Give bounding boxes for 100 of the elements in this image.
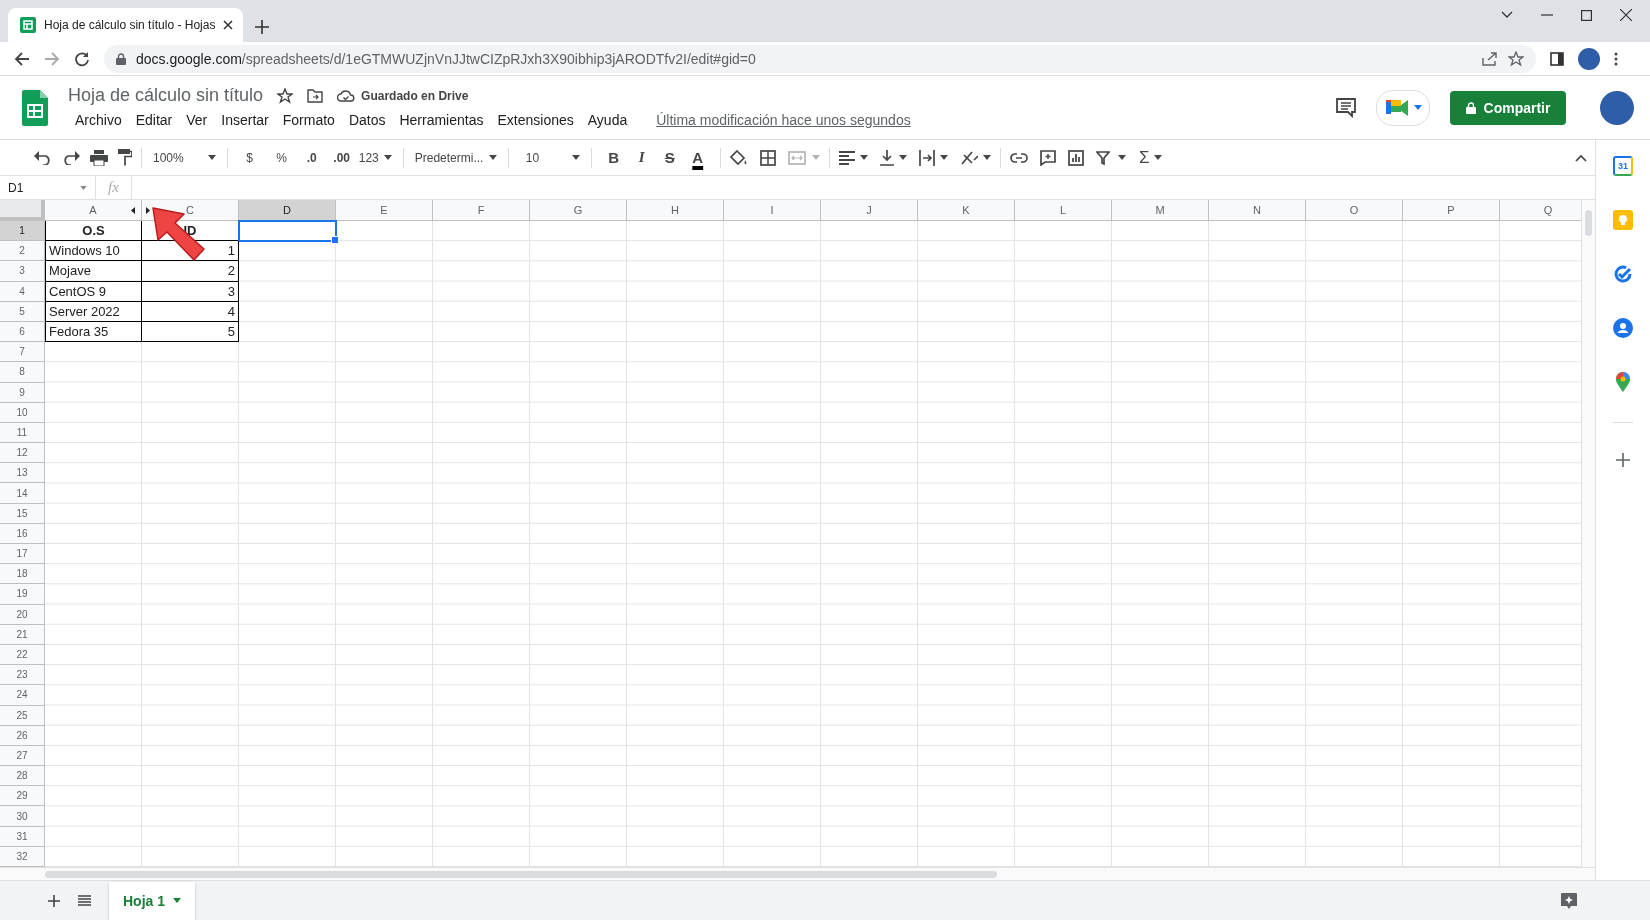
row-number[interactable]: 24 [0, 685, 45, 706]
row-number[interactable]: 31 [0, 826, 45, 847]
row-number[interactable]: 6 [0, 321, 45, 343]
decrease-decimals-button[interactable]: .0 [298, 144, 325, 171]
column-header[interactable]: E [336, 200, 433, 221]
column-header[interactable]: P [1403, 200, 1500, 221]
column-header[interactable]: N [1209, 200, 1306, 221]
vertical-align-icon[interactable] [879, 149, 894, 166]
dropdown-caret-icon[interactable] [571, 155, 580, 160]
bookmark-star-icon[interactable] [1508, 50, 1524, 67]
functions-button[interactable]: Σ [1137, 144, 1164, 171]
browser-menu-icon[interactable] [1614, 51, 1618, 66]
add-sheet-icon[interactable] [48, 894, 60, 907]
dropdown-caret-icon[interactable] [383, 155, 392, 160]
meet-button[interactable] [1376, 89, 1430, 126]
share-button[interactable]: Compartir [1450, 90, 1566, 125]
row-number[interactable]: 23 [0, 665, 45, 686]
strikethrough-button[interactable]: S [656, 144, 683, 171]
hidden-column-right-icon[interactable] [146, 207, 150, 214]
row-number[interactable]: 21 [0, 624, 45, 645]
tab-search-icon[interactable] [1501, 11, 1513, 19]
row-number[interactable]: 22 [0, 644, 45, 666]
dropdown-caret-icon[interactable] [488, 155, 497, 160]
menu-item[interactable]: Ayuda [580, 110, 635, 130]
row-number[interactable]: 17 [0, 544, 45, 565]
column-header[interactable]: O [1306, 200, 1403, 221]
menu-item[interactable]: Herramientas [392, 110, 491, 130]
contacts-icon[interactable] [1613, 318, 1633, 338]
sheets-logo-icon[interactable] [22, 89, 48, 126]
column-header[interactable]: F [433, 200, 530, 221]
row-number[interactable]: 16 [0, 523, 45, 544]
align-left-icon[interactable] [838, 150, 855, 165]
map-pin-icon[interactable] [1616, 372, 1630, 392]
filter-icon[interactable] [1095, 150, 1110, 165]
chart-icon[interactable] [1067, 149, 1084, 166]
row-number[interactable]: 20 [0, 604, 45, 625]
menu-item[interactable]: Formato [275, 110, 342, 130]
row-number[interactable]: 5 [0, 301, 45, 322]
move-folder-icon[interactable] [307, 88, 324, 103]
increase-decimals-button[interactable]: .00 [328, 144, 355, 171]
selected-cell[interactable] [238, 220, 337, 243]
row-number[interactable]: 11 [0, 422, 45, 444]
dropdown-caret-icon[interactable] [1154, 155, 1163, 160]
comment-icon[interactable] [1039, 149, 1056, 166]
row-number[interactable]: 30 [0, 806, 45, 827]
paint-format-icon[interactable] [118, 149, 132, 166]
column-header[interactable]: M [1112, 200, 1209, 221]
column-header[interactable]: A [45, 200, 142, 221]
account-avatar[interactable] [1600, 90, 1634, 125]
column-header[interactable]: G [530, 200, 627, 221]
text-color-button[interactable]: A [684, 144, 711, 171]
menu-item[interactable]: Ver [179, 110, 215, 130]
row-number[interactable]: 2 [0, 241, 45, 262]
percent-format-button[interactable]: % [268, 144, 295, 171]
maximize-icon[interactable] [1581, 9, 1592, 21]
column-header[interactable]: K [918, 200, 1015, 221]
back-icon[interactable] [14, 50, 30, 67]
column-header[interactable]: L [1015, 200, 1112, 221]
sheet-tab[interactable]: Hoja 1 [109, 881, 195, 920]
font-size-dropdown[interactable]: 10 [517, 144, 582, 171]
italic-button[interactable]: I [628, 144, 655, 171]
add-addon-icon[interactable] [1616, 453, 1630, 467]
last-edit-link[interactable]: Última modificación hace unos segundos [656, 112, 911, 128]
dropdown-caret-icon[interactable] [898, 155, 907, 160]
column-header[interactable]: H [627, 200, 724, 221]
row-number[interactable]: 19 [0, 584, 45, 605]
row-number[interactable]: 15 [0, 503, 45, 524]
borders-icon[interactable] [759, 149, 776, 166]
row-number[interactable]: 9 [0, 382, 45, 403]
currency-format-button[interactable]: $ [236, 144, 263, 171]
row-number[interactable]: 10 [0, 402, 45, 423]
comments-icon[interactable] [1336, 97, 1356, 118]
menu-item[interactable]: Insertar [214, 110, 276, 130]
all-sheets-icon[interactable] [78, 895, 91, 906]
row-number[interactable]: 3 [0, 261, 45, 282]
share-page-icon[interactable] [1482, 51, 1498, 66]
row-number[interactable]: 32 [0, 846, 45, 867]
calendar-button[interactable]: 31 [1613, 156, 1633, 176]
profile-avatar[interactable] [1578, 47, 1600, 70]
more-formats-dropdown[interactable]: 123 [356, 144, 394, 171]
column-header[interactable]: I [724, 200, 821, 221]
dropdown-caret-icon[interactable] [859, 155, 868, 160]
dropdown-caret-icon[interactable] [982, 155, 991, 160]
vertical-scrollbar-thumb[interactable] [1585, 210, 1592, 236]
dropdown-caret-icon[interactable] [939, 155, 948, 160]
tasks-check-icon[interactable] [1613, 264, 1633, 284]
redo-icon[interactable] [62, 150, 80, 165]
hidden-column-left-icon[interactable] [131, 207, 135, 214]
close-icon[interactable] [1620, 9, 1632, 21]
text-wrap-icon[interactable] [918, 149, 935, 166]
row-number[interactable]: 12 [0, 443, 45, 464]
row-number[interactable]: 18 [0, 564, 45, 585]
column-header[interactable]: D [239, 200, 336, 221]
side-panel-icon[interactable] [1550, 51, 1564, 66]
document-title[interactable]: Hoja de cálculo sin título [68, 85, 264, 106]
row-number[interactable]: 8 [0, 362, 45, 383]
fill-color-icon[interactable] [729, 149, 748, 166]
dropdown-caret-icon[interactable] [1117, 155, 1126, 160]
row-number[interactable]: 1 [0, 221, 45, 242]
font-dropdown[interactable]: Predetermi... [412, 144, 499, 171]
